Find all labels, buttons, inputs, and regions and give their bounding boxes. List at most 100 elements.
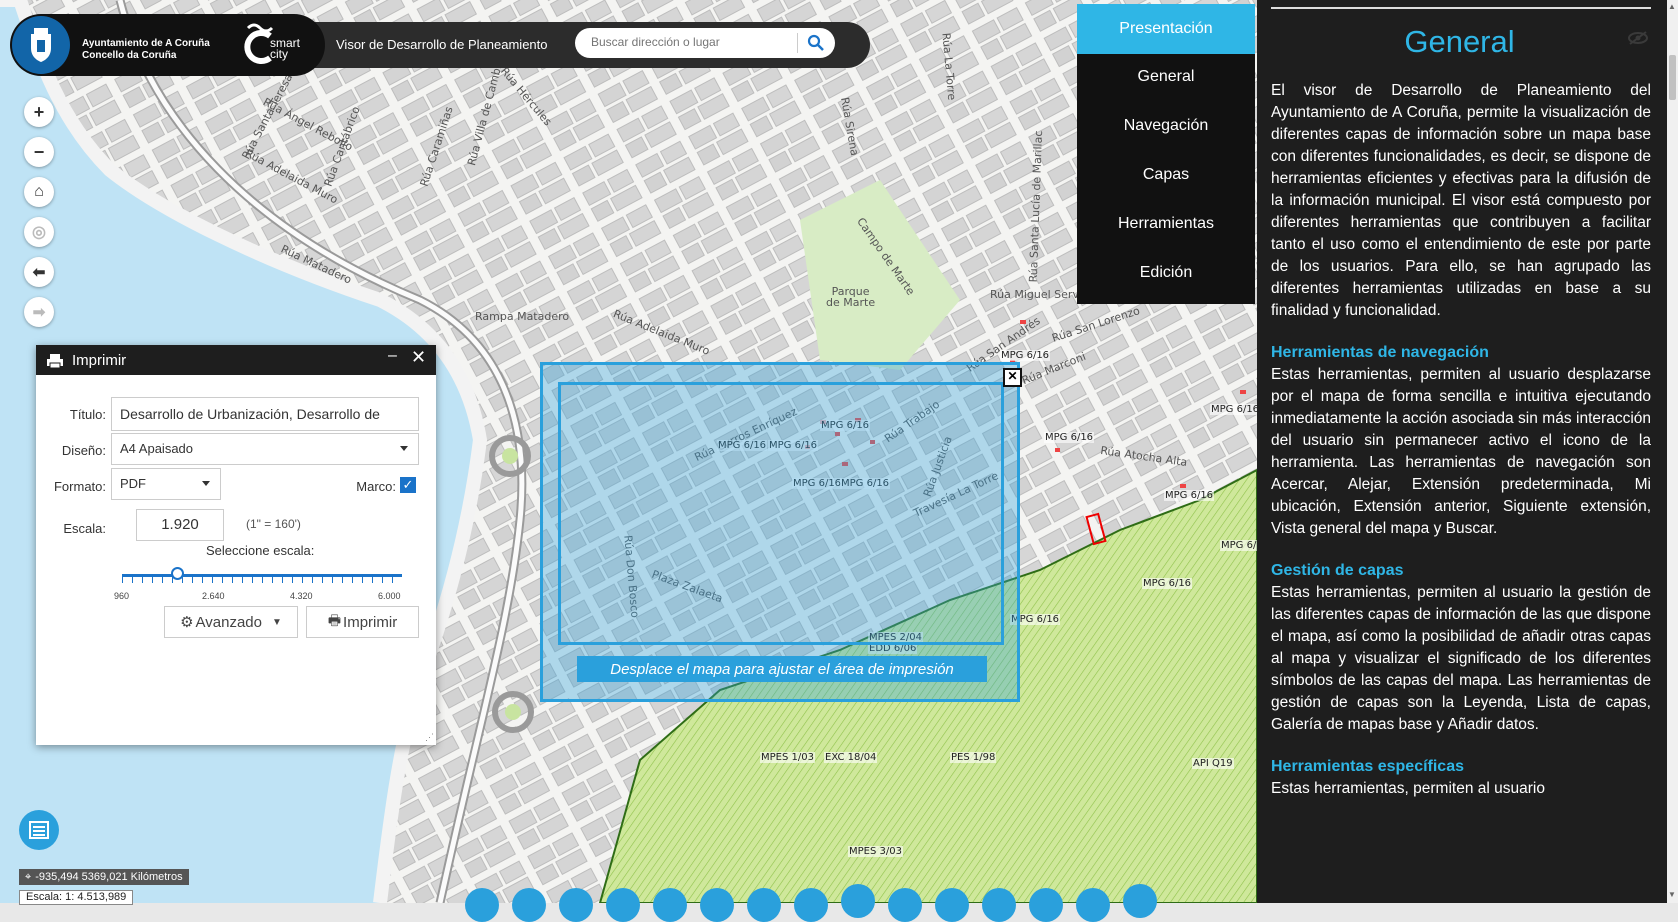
advanced-button[interactable]: ⚙ Avanzado ▼: [164, 606, 298, 638]
parcel-label[interactable]: MPES 3/03: [848, 846, 903, 857]
map-label-street: Rampa Matadero: [475, 310, 570, 323]
close-icon[interactable]: ✕: [411, 347, 426, 368]
resize-handle[interactable]: ⋰: [425, 732, 434, 743]
toolbar-button[interactable]: [559, 888, 593, 922]
print-tool-button[interactable]: [841, 884, 875, 918]
parcel-label[interactable]: MPG 6/16: [1220, 540, 1257, 551]
parcel-label[interactable]: MPES 1/03: [760, 752, 815, 763]
tab-herramientas[interactable]: Herramientas: [1077, 199, 1255, 249]
tab-edicion[interactable]: Edición: [1077, 248, 1255, 298]
toolbar-button[interactable]: [653, 888, 687, 922]
zoom-out-icon[interactable]: −: [24, 137, 54, 167]
map-label-street: Rúa Miguel Servet: [990, 288, 1091, 301]
capas-paragraph: Estas herramientas, permiten al usuario …: [1271, 584, 1651, 733]
chevron-down-icon: [202, 481, 210, 486]
title-input[interactable]: Desarrollo de Urbanización, Desarrollo d…: [111, 397, 419, 431]
back-arrow-icon[interactable]: ⬅: [24, 257, 54, 287]
scrollbar-thumb[interactable]: [1669, 55, 1676, 100]
print-area-frame[interactable]: ✕ Desplace el mapa para ajustar el área …: [540, 362, 1022, 702]
layout-select[interactable]: A4 Apaisado: [111, 433, 419, 465]
slider-thumb[interactable]: [171, 567, 184, 580]
map-label-park: Parque de Marte: [826, 285, 876, 309]
parcel-label[interactable]: MPG 6/16: [1142, 578, 1193, 589]
chevron-down-icon: [400, 446, 408, 451]
parcel-label[interactable]: EXC 18/04: [824, 752, 878, 763]
section-heading-navegacion: Herramientas de navegación: [1271, 344, 1489, 361]
scale-slider[interactable]: [122, 567, 402, 597]
parcel-label[interactable]: MPG 6/16: [1044, 432, 1095, 443]
toolbar-button[interactable]: [1076, 888, 1110, 922]
tab-general[interactable]: General: [1077, 52, 1255, 102]
coordinates-readout[interactable]: ⌖ -935,494 5369,021 Kilómetros: [19, 869, 189, 885]
section-heading-capas: Gestión de capas: [1271, 562, 1404, 579]
toolbar-button[interactable]: [794, 888, 828, 922]
parcel-label[interactable]: PES 1/98: [950, 752, 997, 763]
parcel-label[interactable]: MPG 6/16: [1210, 404, 1257, 415]
hide-eye-icon[interactable]: [1627, 30, 1649, 51]
frame-label: Marco:: [356, 479, 396, 494]
panel-scrollbar[interactable]: ▲ ▼: [1667, 0, 1678, 903]
scroll-up-icon[interactable]: ▲: [1668, 2, 1676, 11]
print-button[interactable]: 🖶 Imprimir: [306, 606, 419, 638]
toolbar-button[interactable]: [1123, 884, 1157, 918]
toolbar-button[interactable]: [935, 888, 969, 922]
print-dialog: Imprimir – ✕ Título: Desarrollo de Urban…: [36, 345, 436, 745]
viewer-title: Visor de Desarrollo de Planeamiento: [336, 37, 548, 52]
locate-icon[interactable]: ◎: [24, 217, 54, 247]
search-box: [575, 28, 835, 58]
gear-icon: ⚙: [180, 614, 194, 631]
scale-input[interactable]: 1.920: [136, 509, 224, 541]
toolbar-button[interactable]: [700, 888, 734, 922]
zoom-in-icon[interactable]: +: [24, 97, 54, 127]
toolbar-button[interactable]: [606, 888, 640, 922]
crosshair-icon: ⌖: [25, 870, 32, 883]
parcel-label[interactable]: API Q19: [1192, 758, 1234, 769]
advanced-label: Avanzado: [195, 613, 262, 631]
scroll-down-icon[interactable]: ▼: [1668, 890, 1676, 899]
print-area-inner: [558, 382, 1004, 645]
format-select-value: PDF: [120, 476, 146, 491]
print-label: Imprimir: [343, 613, 398, 631]
printer-icon: [46, 353, 64, 374]
org-name-es: Ayuntamiento de A Coruña: [82, 38, 210, 49]
toolbar-button[interactable]: [747, 888, 781, 922]
layer-list-button[interactable]: [19, 810, 59, 850]
panel-divider: [1271, 7, 1651, 9]
slider-tick-label: 960: [114, 591, 130, 601]
panel-body: El visor de Desarrollo de Planeamiento d…: [1271, 80, 1651, 800]
minimize-icon[interactable]: –: [388, 347, 397, 365]
city-crest-icon[interactable]: [12, 16, 70, 74]
print-dialog-header[interactable]: Imprimir – ✕: [36, 345, 436, 375]
scale-slider-label: Seleccione escala:: [206, 543, 315, 558]
parcel-label[interactable]: MPG 6/16: [1000, 350, 1051, 361]
forward-arrow-icon[interactable]: ➡: [24, 297, 54, 327]
toolbar-button[interactable]: [1029, 888, 1063, 922]
layout-label: Diseño:: [61, 443, 106, 458]
help-panel: General El visor de Desarrollo de Planea…: [1257, 0, 1678, 903]
toolbar-button[interactable]: [465, 888, 499, 922]
search-input[interactable]: [589, 34, 793, 50]
navegacion-paragraph: Estas herramientas, permiten al usuario …: [1271, 366, 1651, 537]
printer-icon: 🖶: [327, 612, 342, 628]
toolbar-button[interactable]: [888, 888, 922, 922]
smart-city-logo: smart city: [242, 22, 312, 73]
tab-presentacion[interactable]: Presentación: [1077, 4, 1255, 54]
list-icon: [29, 821, 49, 839]
home-icon[interactable]: ⌂: [24, 177, 54, 207]
intro-paragraph: El visor de Desarrollo de Planeamiento d…: [1271, 82, 1651, 319]
slider-tick-label: 4.320: [290, 591, 313, 601]
frame-checkbox[interactable]: ✓: [400, 477, 416, 493]
toolbar-button[interactable]: [982, 888, 1016, 922]
tab-navegacion[interactable]: Navegación: [1077, 101, 1255, 151]
title-label: Título:: [69, 407, 106, 422]
parcel-label[interactable]: MPG 6/16: [1164, 490, 1215, 501]
help-tabs: Presentación General Navegación Capas He…: [1077, 4, 1255, 304]
tab-capas[interactable]: Capas: [1077, 150, 1255, 200]
format-select[interactable]: PDF: [111, 468, 221, 500]
close-icon[interactable]: ✕: [1003, 368, 1022, 387]
scale-label: Escala:: [63, 521, 106, 536]
toolbar-button[interactable]: [512, 888, 546, 922]
chevron-down-icon: ▼: [272, 616, 282, 628]
slider-tick-label: 2.640: [202, 591, 225, 601]
search-icon[interactable]: [807, 34, 825, 57]
